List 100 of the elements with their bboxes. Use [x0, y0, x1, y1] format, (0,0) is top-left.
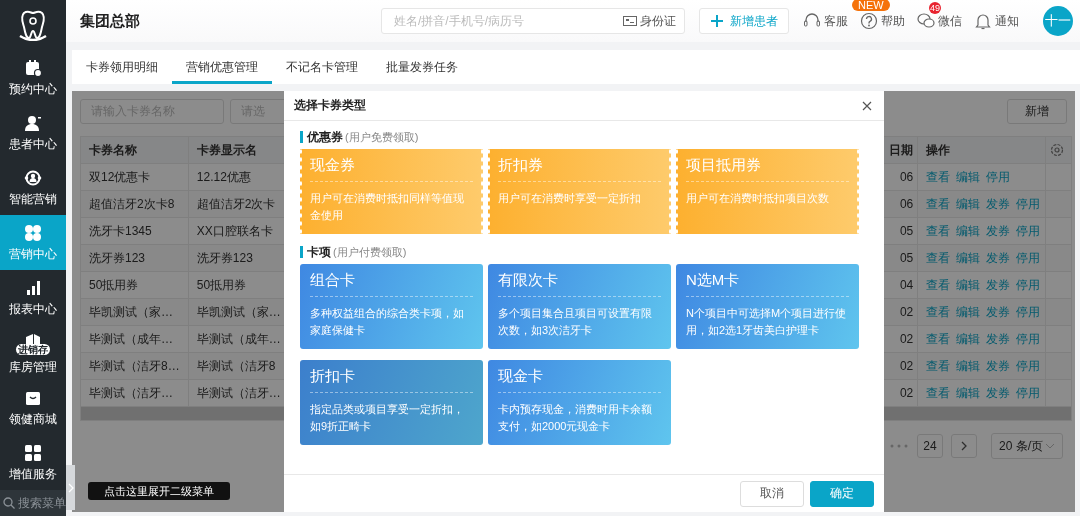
table-cell: 毕测试（洁牙8…: [81, 353, 189, 379]
row-action-link[interactable]: 停用: [1016, 276, 1041, 294]
confirm-button[interactable]: 确定: [810, 480, 874, 507]
row-action-link[interactable]: 停用: [1016, 357, 1041, 375]
card-type-card[interactable]: N选M卡 N个项目中可选择M个项目进行使用，如2选1牙齿美白护理卡: [676, 264, 859, 349]
chevron-right-icon: [67, 482, 74, 493]
row-action-link[interactable]: 发券: [986, 303, 1011, 321]
card-type-card[interactable]: 折扣卡 指定品类或项目享受一定折扣，如9折正畸卡: [300, 360, 483, 445]
row-action-link[interactable]: 发券: [986, 384, 1011, 402]
card-type-card[interactable]: 有限次卡 多个项目集合且项目可设置有限次数，如3次洁牙卡: [488, 264, 671, 349]
user-avatar[interactable]: 十一: [1043, 6, 1073, 36]
tooth-logo-icon: [18, 9, 48, 41]
nav-item[interactable]: 领健商城: [0, 380, 66, 435]
card-title: 有限次卡: [498, 270, 661, 297]
next-page-button[interactable]: [951, 434, 977, 458]
page-size-select[interactable]: 20 条/页: [991, 433, 1063, 459]
header-action[interactable]: 帮助: [860, 12, 905, 30]
row-action-link[interactable]: 编辑: [956, 276, 981, 294]
more-icon: [889, 443, 909, 449]
expand-menu-handle[interactable]: [66, 465, 75, 510]
tab[interactable]: 不记名卡管理: [272, 50, 372, 84]
card-title: 现金券: [310, 155, 473, 182]
person-icon: [24, 114, 42, 132]
nav-item[interactable]: 营销中心: [0, 215, 66, 270]
header-action[interactable]: 微信: [917, 12, 962, 30]
row-action-link[interactable]: 停用: [1016, 195, 1041, 213]
nav-item[interactable]: 患者中心: [0, 105, 66, 160]
section-title: 卡项: [307, 243, 331, 261]
tooltip: 点击这里展开二级菜单: [88, 482, 230, 500]
nav-item[interactable]: 报表中心: [0, 270, 66, 325]
card-type-card[interactable]: 组合卡 多种权益组合的综合类卡项，如家庭保健卡: [300, 264, 483, 349]
row-action-link[interactable]: 编辑: [956, 249, 981, 267]
coupon-type-card[interactable]: 现金券 用户可在消费时抵扣同样等值现金使用: [300, 149, 483, 234]
row-action-link[interactable]: 查看: [926, 330, 951, 348]
row-action-link[interactable]: 编辑: [956, 195, 981, 213]
count-badge: 49: [929, 2, 941, 14]
table-cell: 毕测试（成年…: [81, 326, 189, 352]
card-title: N选M卡: [686, 270, 849, 297]
row-action-link[interactable]: 停用: [1016, 384, 1041, 402]
row-action-link[interactable]: 停用: [1016, 303, 1041, 321]
row-action-link[interactable]: 停用: [1016, 330, 1041, 348]
header-action[interactable]: 客服: [803, 12, 848, 30]
page-button[interactable]: 24: [917, 434, 943, 458]
row-action-link[interactable]: 编辑: [956, 330, 981, 348]
search-placeholder: 姓名/拼音/手机号/病历号: [394, 12, 525, 30]
card-title: 折扣券: [498, 155, 661, 182]
row-action-link[interactable]: 停用: [986, 168, 1011, 186]
menu-search-field[interactable]: 搜索菜单: [0, 490, 66, 516]
row-action-link[interactable]: 停用: [1016, 249, 1041, 267]
row-action-link[interactable]: 查看: [926, 222, 951, 240]
row-action-link[interactable]: 编辑: [956, 168, 981, 186]
row-action-link[interactable]: 发券: [986, 249, 1011, 267]
add-patient-button[interactable]: 新增患者: [699, 8, 789, 34]
add-button[interactable]: 新增: [1007, 99, 1067, 124]
table-cell: 洗牙券123: [81, 245, 189, 271]
row-action-link[interactable]: 停用: [1016, 222, 1041, 240]
row-action-link[interactable]: 查看: [926, 276, 951, 294]
nav-item[interactable]: 预约中心: [0, 50, 66, 105]
row-action-link[interactable]: 发券: [986, 195, 1011, 213]
help-icon: [860, 12, 878, 30]
row-action-link[interactable]: 查看: [926, 168, 951, 186]
people-network-icon: [24, 169, 42, 187]
headset-icon: [803, 12, 821, 30]
row-action-link[interactable]: 查看: [926, 195, 951, 213]
cancel-button[interactable]: 取消: [740, 480, 804, 507]
settings-icon[interactable]: [1050, 143, 1065, 157]
coupon-type-card[interactable]: 项目抵用券 用户可在消费时抵扣项目次数: [676, 149, 859, 234]
card-description: 用户可在消费时抵扣项目次数: [686, 191, 830, 206]
tab[interactable]: 卡券领用明细: [72, 50, 172, 84]
row-action-link[interactable]: 发券: [986, 357, 1011, 375]
nav-item[interactable]: 增值服务: [0, 435, 66, 490]
nav-item[interactable]: 智能营销: [0, 160, 66, 215]
tab[interactable]: 营销优惠管理: [172, 50, 272, 84]
plus-icon: [710, 14, 724, 28]
row-action-link[interactable]: 编辑: [956, 357, 981, 375]
row-action-link[interactable]: 发券: [986, 330, 1011, 348]
chat-bubbles-icon: [917, 12, 935, 30]
bar-chart-icon: [24, 279, 42, 297]
row-action-link[interactable]: 编辑: [956, 222, 981, 240]
card-title: 现金卡: [498, 366, 661, 393]
row-action-link[interactable]: 编辑: [956, 303, 981, 321]
tab[interactable]: 批量发券任务: [372, 50, 472, 84]
coupon-type-card[interactable]: 折扣券 用户可在消费时享受一定折扣: [488, 149, 671, 234]
id-card-button[interactable]: 身份证: [623, 12, 676, 30]
row-action-link[interactable]: 发券: [986, 222, 1011, 240]
nav-item[interactable]: 进销存 库房管理: [0, 325, 66, 380]
row-action-link[interactable]: 查看: [926, 249, 951, 267]
table-cell: 超值洁牙2次卡8: [81, 191, 189, 217]
row-action-link[interactable]: 发券: [986, 276, 1011, 294]
row-action-link[interactable]: 编辑: [956, 384, 981, 402]
row-action-link[interactable]: 查看: [926, 303, 951, 321]
new-badge: NEW: [852, 0, 890, 11]
close-icon[interactable]: [862, 100, 872, 111]
card-type-card[interactable]: 现金卡 卡内预存现金，消费时用卡余额支付，如2000元现金卡: [488, 360, 671, 445]
patient-search-field[interactable]: 姓名/拼音/手机号/病历号 身份证: [381, 8, 685, 34]
header-action[interactable]: 通知: [974, 12, 1019, 30]
column-header: 卡券名称: [81, 137, 189, 163]
row-action-link[interactable]: 查看: [926, 357, 951, 375]
row-action-link[interactable]: 查看: [926, 384, 951, 402]
card-description: 用户可在消费时享受一定折扣: [498, 191, 642, 206]
